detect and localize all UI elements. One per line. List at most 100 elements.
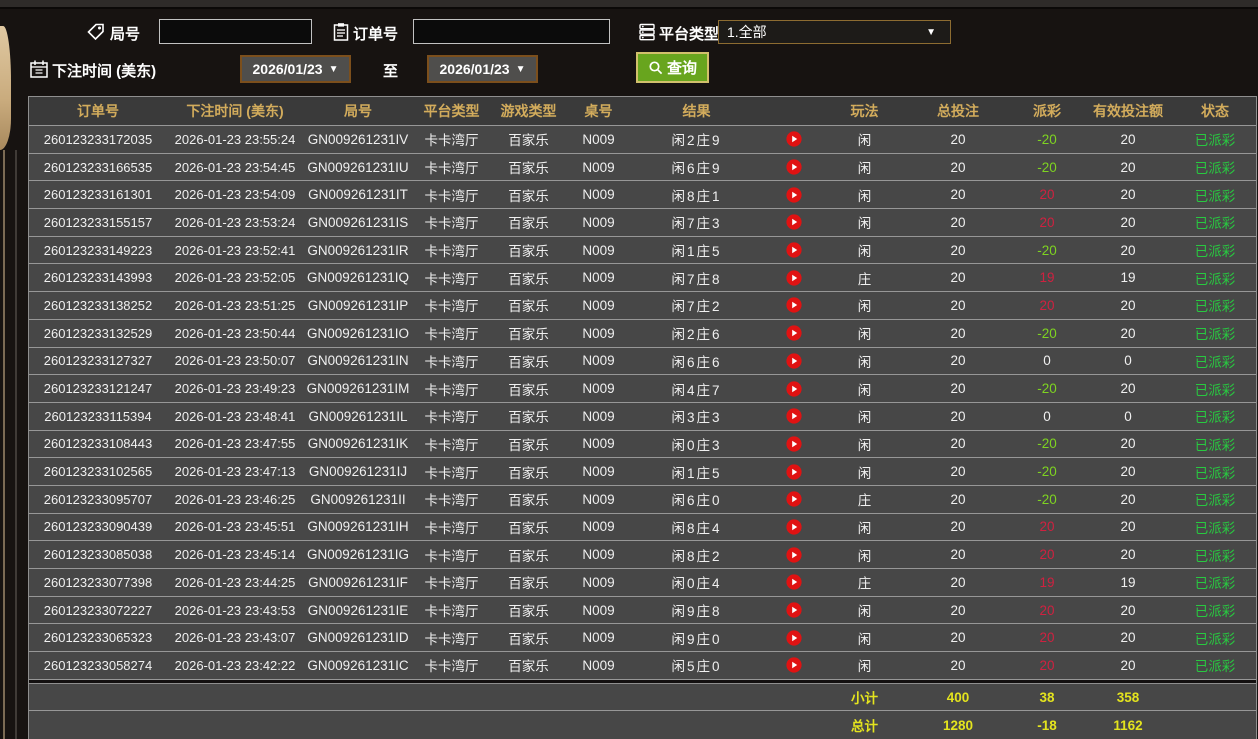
replay-play-button[interactable] — [786, 574, 802, 590]
cell-round-no: GN009261231IE — [307, 602, 409, 618]
replay-play-button[interactable] — [786, 159, 802, 175]
cell-payout: 20 — [1039, 214, 1055, 230]
cell-platform: 卡卡湾厅 — [424, 493, 479, 509]
cell-bet-time: 2026-01-23 23:49:23 — [174, 381, 296, 397]
cell-result: 闲1庄5 — [671, 244, 722, 260]
date-from-picker[interactable]: 2026/01/23 ▼ — [240, 55, 351, 83]
order-no-input[interactable] — [413, 19, 610, 44]
search-button[interactable]: 查询 — [636, 52, 709, 83]
cell-status: 已派彩 — [1194, 520, 1236, 536]
replay-play-button[interactable] — [786, 602, 802, 618]
cell-game-type: 百家乐 — [508, 465, 549, 481]
cell-table-no: N009 — [582, 547, 615, 563]
cell-table-no: N009 — [582, 270, 615, 286]
cell-order-no: 260123233058274 — [43, 657, 153, 673]
cell-valid-bet: 20 — [1120, 297, 1136, 313]
cell-valid-bet: 20 — [1120, 214, 1136, 230]
replay-play-button[interactable] — [786, 131, 802, 147]
cell-order-no: 260123233102565 — [43, 464, 153, 480]
round-no-label: 局号 — [110, 26, 141, 43]
cell-round-no: GN009261231IV — [307, 131, 409, 147]
replay-play-button[interactable] — [786, 187, 802, 203]
cell-table-no: N009 — [582, 159, 615, 175]
cell-status: 已派彩 — [1194, 354, 1236, 370]
replay-play-button[interactable] — [786, 353, 802, 369]
replay-play-button[interactable] — [786, 380, 802, 397]
cell-result: 闲4庄7 — [671, 382, 722, 398]
replay-play-button[interactable] — [786, 408, 802, 424]
left-edge-line-2 — [15, 150, 17, 739]
play-icon — [786, 547, 802, 563]
cell-game-type: 百家乐 — [508, 631, 549, 647]
play-icon — [786, 242, 802, 258]
cell-payout: 20 — [1039, 657, 1055, 673]
cell-payout: 20 — [1039, 519, 1055, 535]
replay-play-button[interactable] — [786, 436, 802, 452]
replay-play-button[interactable] — [786, 630, 802, 646]
cell-round-no: GN009261231IJ — [308, 464, 408, 480]
play-icon — [786, 325, 802, 341]
cell-payout: 20 — [1039, 187, 1055, 203]
cell-order-no: 260123233095707 — [43, 491, 153, 507]
grand-total-total-bet: 1280 — [942, 717, 974, 733]
subtotal-valid-bet: 358 — [1116, 689, 1140, 705]
cell-total-bet: 20 — [950, 270, 966, 286]
cell-order-no: 260123233090439 — [43, 519, 153, 535]
cell-play-method: 闲 — [857, 465, 872, 481]
cell-status: 已派彩 — [1194, 271, 1236, 287]
cell-round-no: GN009261231IP — [307, 297, 409, 313]
cell-platform: 卡卡湾厅 — [424, 327, 479, 343]
replay-play-button[interactable] — [786, 214, 802, 231]
left-edge-line — [3, 150, 5, 739]
cell-table-no: N009 — [582, 630, 615, 646]
play-icon — [786, 574, 802, 590]
cell-platform: 卡卡湾厅 — [424, 659, 479, 675]
cell-game-type: 百家乐 — [508, 354, 549, 370]
cell-game-type: 百家乐 — [508, 299, 549, 315]
cell-status: 已派彩 — [1194, 659, 1236, 675]
table-row: 260123233095707 2026-01-23 23:46:25 GN00… — [29, 485, 1256, 514]
replay-play-button[interactable] — [786, 547, 802, 563]
cell-bet-time: 2026-01-23 23:44:25 — [174, 574, 296, 590]
cell-table-no: N009 — [582, 464, 615, 480]
date-to-picker[interactable]: 2026/01/23 ▼ — [427, 55, 538, 83]
replay-play-button[interactable] — [786, 491, 802, 507]
replay-play-button[interactable] — [786, 325, 802, 341]
cell-play-method: 闲 — [857, 437, 872, 453]
cell-result: 闲0庄3 — [671, 437, 722, 453]
cell-play-method: 闲 — [857, 188, 872, 204]
cell-table-no: N009 — [582, 214, 615, 230]
replay-play-button[interactable] — [786, 270, 802, 286]
replay-play-button[interactable] — [786, 657, 802, 674]
replay-play-button[interactable] — [786, 242, 802, 258]
cell-payout: 20 — [1039, 547, 1055, 563]
cell-platform: 卡卡湾厅 — [424, 465, 479, 481]
cell-valid-bet: 20 — [1120, 242, 1136, 258]
platform-select[interactable]: 1.全部 ▼ — [718, 20, 951, 44]
cell-valid-bet: 20 — [1120, 602, 1136, 618]
round-no-input[interactable] — [159, 19, 312, 44]
cell-payout: -20 — [1037, 464, 1057, 480]
cell-status: 已派彩 — [1194, 576, 1236, 592]
cell-result: 闲8庄4 — [671, 520, 722, 536]
replay-play-button[interactable] — [786, 463, 802, 480]
cell-status: 已派彩 — [1194, 382, 1236, 398]
to-label: 至 — [383, 63, 399, 80]
cell-result: 闲3庄3 — [671, 410, 722, 426]
cell-total-bet: 20 — [950, 297, 966, 313]
replay-play-button[interactable] — [786, 519, 802, 535]
cell-round-no: GN009261231IK — [307, 436, 409, 452]
cell-order-no: 260123233127327 — [43, 353, 153, 369]
cell-result: 闲6庄0 — [671, 493, 722, 509]
cell-bet-time: 2026-01-23 23:54:09 — [174, 187, 296, 203]
replay-play-button[interactable] — [786, 297, 802, 314]
cell-platform: 卡卡湾厅 — [424, 244, 479, 260]
cell-play-method: 闲 — [857, 244, 872, 260]
cell-valid-bet: 20 — [1120, 159, 1136, 175]
cell-table-no: N009 — [582, 381, 615, 397]
cell-result: 闲2庄6 — [671, 327, 722, 343]
play-icon — [786, 159, 802, 175]
cell-total-bet: 20 — [950, 602, 966, 618]
cell-play-method: 闲 — [857, 133, 872, 149]
cell-game-type: 百家乐 — [508, 548, 549, 564]
